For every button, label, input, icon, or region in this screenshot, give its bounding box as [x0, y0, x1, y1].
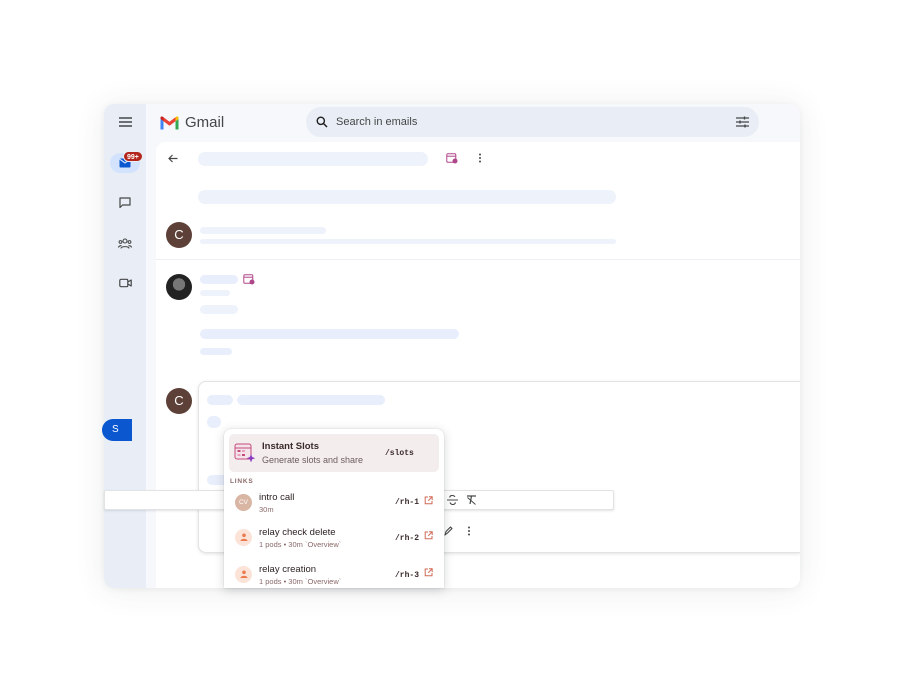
more-vertical-icon[interactable]: [467, 526, 471, 536]
send-button[interactable]: S: [102, 419, 132, 441]
recipient-skeleton: [237, 395, 385, 405]
gmail-logo[interactable]: Gmail: [160, 114, 224, 131]
clear-formatting-icon[interactable]: [466, 493, 477, 507]
link-subtitle: 1 pods • 30m `Overview`: [259, 540, 342, 549]
link-subtitle: 1 pods • 30m `Overview`: [259, 577, 342, 586]
spaces-nav-button[interactable]: [111, 233, 139, 253]
message-skeleton: [200, 305, 238, 314]
person-icon: [240, 570, 247, 578]
back-arrow-icon[interactable]: [168, 154, 178, 163]
links-section-label: LINKS: [230, 478, 254, 485]
hamburger-icon: [118, 117, 132, 127]
gmail-m-icon: [160, 115, 179, 129]
slash-command-popup: Instant Slots Generate slots and share /…: [224, 429, 444, 588]
strikethrough-icon[interactable]: [447, 493, 458, 507]
instant-slots-icon: [234, 443, 256, 463]
pen-icon[interactable]: [444, 526, 453, 536]
link-subtitle: 30m: [259, 505, 274, 514]
chat-icon: [119, 197, 131, 209]
message-skeleton: [200, 290, 230, 296]
link-avatar: [235, 566, 252, 583]
sender-photo-avatar[interactable]: [166, 274, 192, 300]
chat-nav-button[interactable]: [111, 193, 139, 213]
link-item[interactable]: relay check delete 1 pods • 30m `Overvie…: [224, 523, 444, 557]
link-shortcut: /rh-1: [395, 498, 420, 507]
person-icon: [240, 533, 247, 541]
link-item[interactable]: relay creation 1 pods • 30m `Overview` /…: [224, 560, 444, 588]
people-icon: [118, 237, 132, 249]
message-skeleton: [200, 329, 459, 339]
link-avatar: [235, 529, 252, 546]
calendar-slot-icon[interactable]: [446, 152, 458, 164]
external-link-icon[interactable]: [424, 531, 433, 540]
search-input[interactable]: Search in emails: [336, 116, 736, 128]
message-skeleton: [200, 227, 326, 234]
link-title: intro call: [259, 492, 295, 503]
instant-slots-shortcut: /slots: [385, 449, 414, 458]
search-bar[interactable]: Search in emails: [306, 107, 759, 137]
link-title: relay check delete: [259, 527, 336, 538]
body-skeleton: [207, 416, 221, 428]
thread-title-skeleton: [198, 190, 616, 204]
main-menu-button[interactable]: [111, 112, 139, 132]
external-link-icon[interactable]: [424, 496, 433, 505]
search-icon: [316, 116, 328, 128]
app-name: Gmail: [185, 114, 225, 131]
meet-nav-button[interactable]: [111, 273, 139, 293]
video-icon: [118, 278, 132, 288]
recipient-skeleton: [207, 395, 233, 405]
external-link-icon[interactable]: [424, 568, 433, 577]
link-shortcut: /rh-3: [395, 571, 420, 580]
nav-rail: 99+: [104, 104, 146, 588]
search-options-icon[interactable]: [736, 116, 749, 128]
link-shortcut: /rh-2: [395, 534, 420, 543]
unread-badge: 99+: [123, 151, 143, 162]
message-divider: [156, 259, 800, 260]
link-avatar: CV: [235, 494, 252, 511]
link-item[interactable]: CV intro call 30m /rh-1: [224, 488, 444, 522]
message-skeleton: [200, 239, 616, 244]
instant-slots-subtitle: Generate slots and share: [262, 455, 364, 465]
instant-slots-option[interactable]: Instant Slots Generate slots and share /…: [229, 434, 439, 472]
compose-bottom-actions: [444, 526, 471, 536]
calendar-slot-icon[interactable]: [243, 273, 255, 285]
more-vertical-icon[interactable]: [478, 153, 482, 163]
top-bar: Gmail Search in emails: [146, 104, 800, 142]
sender-avatar[interactable]: C: [166, 222, 192, 248]
sender-name-skeleton: [200, 275, 238, 284]
reply-avatar: C: [166, 388, 192, 414]
gmail-window: 99+ Gmail Search in emails C C: [104, 104, 800, 588]
instant-slots-title: Instant Slots: [262, 441, 320, 452]
link-title: relay creation: [259, 564, 317, 575]
subject-skeleton: [198, 152, 428, 166]
message-skeleton: [200, 348, 232, 355]
